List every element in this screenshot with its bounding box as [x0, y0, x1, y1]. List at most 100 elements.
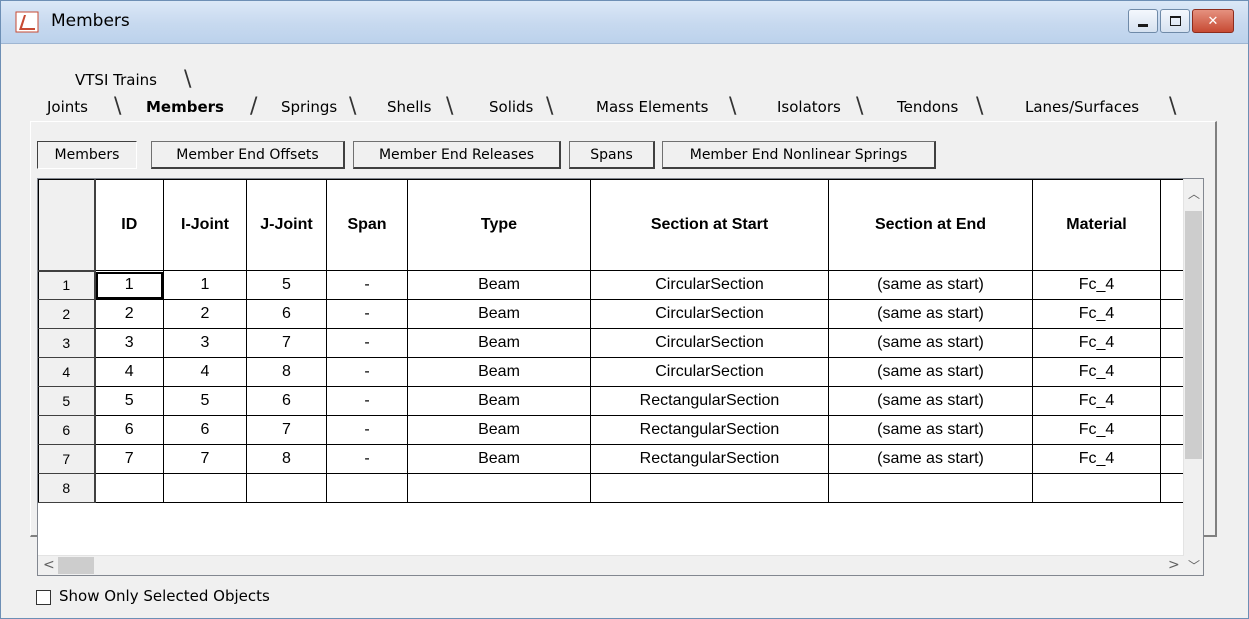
table-row[interactable]: 8 — [38, 473, 1186, 503]
subtab-spans-button[interactable]: Spans — [569, 141, 655, 169]
cell-type[interactable]: Beam — [407, 444, 591, 474]
table-row[interactable]: 1 1 1 5- Beam CircularSection (same as start) F… — [38, 270, 1186, 300]
horizontal-scrollbar[interactable]: < > — [38, 555, 1184, 575]
cell-id[interactable]: 5 — [94, 386, 164, 416]
tab-joints[interactable]: Joints — [47, 98, 88, 116]
tab-solids[interactable]: Solids — [489, 98, 533, 116]
cell-material[interactable] — [1032, 473, 1161, 503]
row-header[interactable]: 4 — [38, 357, 96, 387]
cell-section-at-end[interactable]: (same as start) — [828, 444, 1033, 474]
show-only-selected-checkbox[interactable] — [36, 590, 51, 605]
cell-section-at-start[interactable]: CircularSection — [590, 299, 829, 329]
cell-section-at-end[interactable]: (same as start) — [828, 357, 1033, 387]
row-header[interactable]: 7 — [38, 444, 96, 474]
cell-id[interactable]: 2 — [94, 299, 164, 329]
table-row[interactable]: 2 2 2 6- Beam CircularSection (same as start) F… — [38, 299, 1186, 329]
cell-i-joint[interactable]: 2 — [163, 299, 247, 329]
row-header[interactable]: 8 — [38, 473, 96, 503]
subtab-member-end-offsets-button[interactable]: Member End Offsets — [151, 141, 345, 169]
subtab-member-end-nonlinear-springs-button[interactable]: Member End Nonlinear Springs — [662, 141, 936, 169]
cell-section-at-end[interactable]: (same as start) — [828, 328, 1033, 358]
cell-id[interactable]: 3 — [94, 328, 164, 358]
cell-type[interactable] — [407, 473, 591, 503]
cell-span[interactable]: - — [326, 444, 408, 474]
cell-type[interactable]: Beam — [407, 299, 591, 329]
vertical-scroll-thumb[interactable] — [1185, 211, 1202, 459]
cell-j-joint[interactable]: 6 — [246, 299, 327, 329]
cell-material[interactable]: Fc_4 — [1032, 357, 1161, 387]
cell-section-at-end[interactable] — [828, 473, 1033, 503]
tab-springs[interactable]: Springs — [281, 98, 337, 116]
tab-members[interactable]: Members — [146, 98, 224, 116]
subtab-members-button[interactable]: Members — [37, 141, 137, 169]
cell-type[interactable]: Beam — [407, 328, 591, 358]
scroll-up-icon[interactable]: ︿ — [1188, 185, 1200, 202]
cell-section-at-start[interactable]: RectangularSection — [590, 415, 829, 445]
row-header[interactable]: 6 — [38, 415, 96, 445]
cell-material[interactable]: Fc_4 — [1032, 270, 1161, 300]
cell-j-joint[interactable]: 8 — [246, 444, 327, 474]
row-header[interactable]: 1 — [38, 270, 96, 300]
tab-lanes-surfaces[interactable]: Lanes/Surfaces — [1025, 98, 1139, 116]
table-row[interactable]: 7 7 7 8- Beam RectangularSection (same as star… — [38, 444, 1186, 474]
row-header[interactable]: 3 — [38, 328, 96, 358]
cell-j-joint[interactable]: 8 — [246, 357, 327, 387]
cell-type[interactable]: Beam — [407, 357, 591, 387]
minimize-button[interactable] — [1128, 9, 1158, 33]
table-row[interactable]: 3 3 3 7- Beam CircularSection (same as start) F… — [38, 328, 1186, 358]
cell-section-at-start[interactable]: RectangularSection — [590, 444, 829, 474]
cell-type[interactable]: Beam — [407, 415, 591, 445]
cell-span[interactable]: - — [326, 357, 408, 387]
cell-j-joint[interactable]: 7 — [246, 415, 327, 445]
cell-section-at-start[interactable]: CircularSection — [590, 328, 829, 358]
column-header-section-at-end[interactable]: Section at End — [828, 179, 1033, 271]
cell-section-at-end[interactable]: (same as start) — [828, 386, 1033, 416]
scroll-right-icon[interactable]: > — [1168, 557, 1180, 573]
column-header-section-at-start[interactable]: Section at Start — [590, 179, 829, 271]
cell-span[interactable] — [326, 473, 408, 503]
cell-material[interactable]: Fc_4 — [1032, 444, 1161, 474]
cell-section-at-start[interactable]: RectangularSection — [590, 386, 829, 416]
subtab-member-end-releases-button[interactable]: Member End Releases — [353, 141, 561, 169]
maximize-button[interactable] — [1160, 9, 1190, 33]
tab-isolators[interactable]: Isolators — [777, 98, 841, 116]
cell-material[interactable]: Fc_4 — [1032, 415, 1161, 445]
row-header[interactable]: 2 — [38, 299, 96, 329]
tab-shells[interactable]: Shells — [387, 98, 431, 116]
cell-span[interactable]: - — [326, 415, 408, 445]
scroll-down-icon[interactable]: ﹀ — [1188, 557, 1200, 574]
show-only-selected-label[interactable]: Show Only Selected Objects — [59, 587, 270, 605]
members-grid[interactable]: ID I-Joint J-Joint Span Type Section at … — [37, 178, 1204, 576]
row-header[interactable]: 5 — [38, 386, 96, 416]
cell-i-joint[interactable]: 3 — [163, 328, 247, 358]
vertical-scrollbar[interactable]: ︿ ﹀ — [1183, 179, 1203, 575]
column-header-type[interactable]: Type — [407, 179, 591, 271]
cell-span[interactable]: - — [326, 328, 408, 358]
grid-corner[interactable] — [38, 179, 96, 272]
column-header-j-joint[interactable]: J-Joint — [246, 179, 327, 271]
table-row[interactable]: 4 4 4 8- Beam CircularSection (same as start) F… — [38, 357, 1186, 387]
table-row[interactable]: 6 6 6 7- Beam RectangularSection (same as star… — [38, 415, 1186, 445]
cell-i-joint[interactable]: 4 — [163, 357, 247, 387]
cell-span[interactable]: - — [326, 270, 408, 300]
cell-section-at-end[interactable]: (same as start) — [828, 270, 1033, 300]
cell-i-joint[interactable]: 6 — [163, 415, 247, 445]
cell-type[interactable]: Beam — [407, 270, 591, 300]
cell-id[interactable]: 4 — [94, 357, 164, 387]
horizontal-scroll-thumb[interactable] — [58, 557, 94, 574]
cell-j-joint[interactable]: 6 — [246, 386, 327, 416]
cell-id[interactable]: 6 — [94, 415, 164, 445]
cell-section-at-end[interactable]: (same as start) — [828, 415, 1033, 445]
tab-vtsi-trains[interactable]: VTSI Trains — [75, 71, 157, 89]
title-bar[interactable]: Members ✕ — [1, 1, 1248, 44]
cell-j-joint[interactable] — [246, 473, 327, 503]
cell-material[interactable]: Fc_4 — [1032, 386, 1161, 416]
close-button[interactable]: ✕ — [1192, 9, 1234, 33]
tab-tendons[interactable]: Tendons — [897, 98, 958, 116]
cell-material[interactable]: Fc_4 — [1032, 299, 1161, 329]
column-header-i-joint[interactable]: I-Joint — [163, 179, 247, 271]
cell-j-joint[interactable]: 5 — [246, 270, 327, 300]
cell-i-joint[interactable]: 1 — [163, 270, 247, 300]
cell-type[interactable]: Beam — [407, 386, 591, 416]
cell-id[interactable]: 7 — [94, 444, 164, 474]
